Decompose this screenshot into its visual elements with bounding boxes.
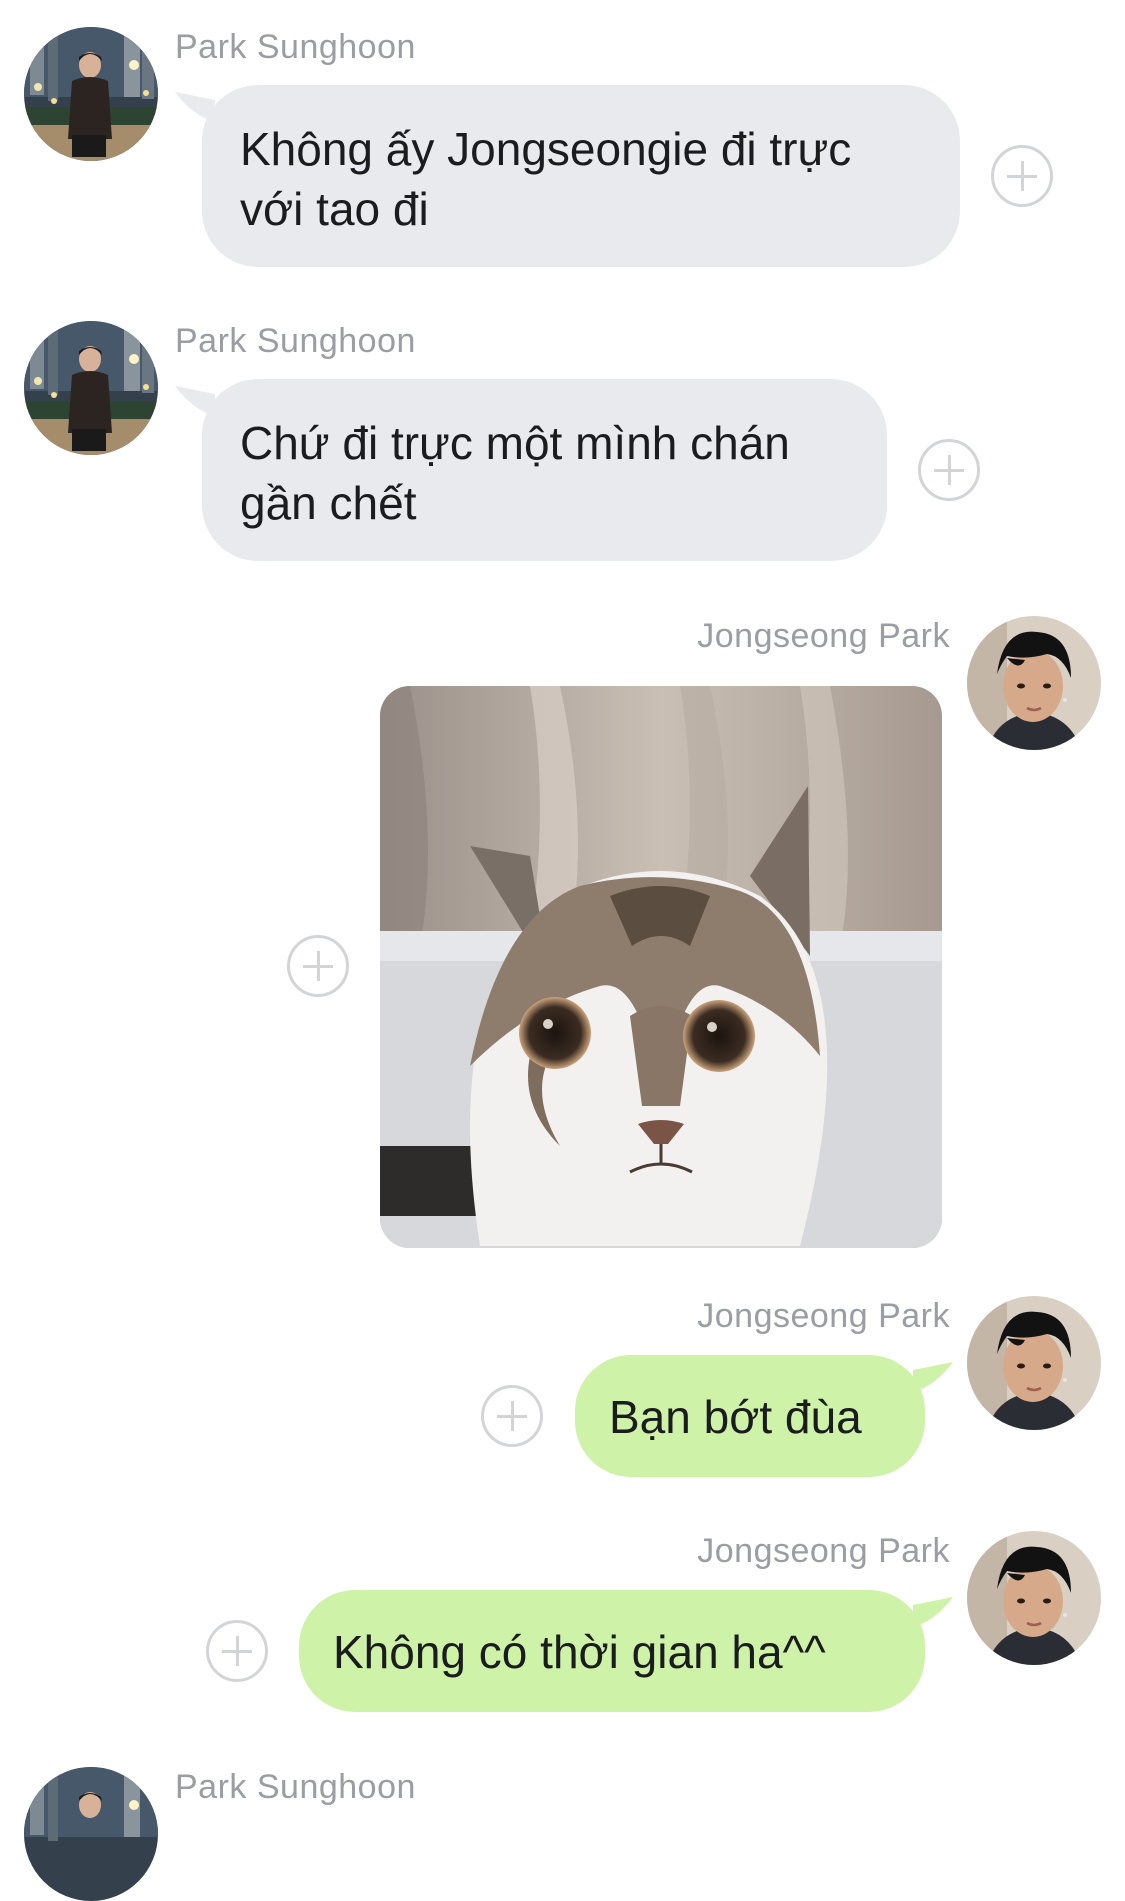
message-bubble-outgoing[interactable]: Không có thời gian ha^^ bbox=[299, 1590, 925, 1712]
add-reaction-button[interactable] bbox=[918, 439, 980, 501]
sender-name: Jongseong Park bbox=[697, 1297, 950, 1335]
sender-name: Park Sunghoon bbox=[175, 1768, 416, 1806]
message-bubble-incoming[interactable]: Chứ đi trực một mình chán gần chết bbox=[202, 379, 887, 561]
sender-name: Jongseong Park bbox=[697, 617, 950, 655]
avatar-park-sunghoon[interactable] bbox=[24, 27, 158, 161]
avatar-jongseong-park[interactable] bbox=[967, 616, 1101, 750]
avatar-park-sunghoon[interactable] bbox=[24, 321, 158, 455]
add-reaction-button[interactable] bbox=[481, 1385, 543, 1447]
cat-photo[interactable] bbox=[380, 686, 942, 1248]
sender-name: Park Sunghoon bbox=[175, 28, 416, 66]
avatar-jongseong-park[interactable] bbox=[967, 1531, 1101, 1665]
message-text: Chứ đi trực một mình chán gần chết bbox=[240, 417, 790, 529]
message-bubble-outgoing[interactable]: Bạn bớt đùa bbox=[575, 1355, 925, 1477]
sender-name: Jongseong Park bbox=[697, 1532, 950, 1570]
message-text: Không có thời gian ha^^ bbox=[333, 1626, 826, 1678]
sender-name: Park Sunghoon bbox=[175, 322, 416, 360]
add-reaction-button[interactable] bbox=[991, 145, 1053, 207]
avatar-jongseong-park[interactable] bbox=[967, 1296, 1101, 1430]
add-reaction-button[interactable] bbox=[287, 935, 349, 997]
avatar-park-sunghoon[interactable] bbox=[24, 1767, 158, 1901]
chat-conversation[interactable]: Park Sunghoon Không ấy Jongseongie đi tr… bbox=[0, 0, 1125, 1901]
message-bubble-incoming[interactable]: Không ấy Jongseongie đi trực với tao đi bbox=[202, 85, 960, 267]
message-text: Bạn bớt đùa bbox=[609, 1391, 862, 1443]
message-text: Không ấy Jongseongie đi trực với tao đi bbox=[240, 123, 852, 235]
bubble-tail bbox=[913, 1362, 953, 1392]
add-reaction-button[interactable] bbox=[206, 1620, 268, 1682]
bubble-tail bbox=[913, 1597, 953, 1627]
